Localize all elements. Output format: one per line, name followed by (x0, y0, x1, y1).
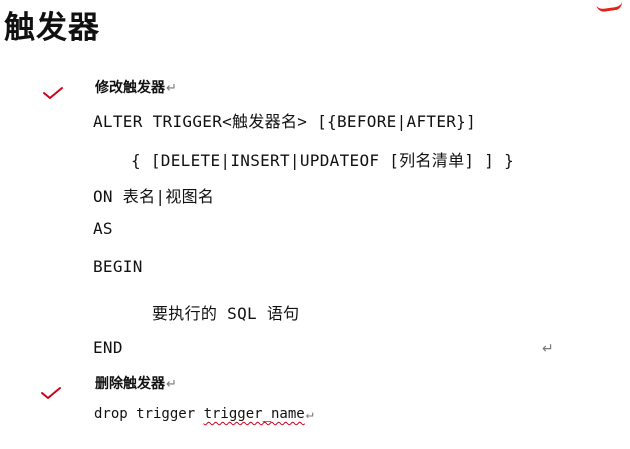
checkmark-icon (43, 87, 63, 99)
paragraph-mark-icon: ↵ (166, 81, 177, 96)
paragraph-mark-icon: ↵ (166, 377, 177, 392)
corner-red-mark (594, 0, 624, 13)
paragraph-mark-icon: ↵ (542, 341, 554, 357)
alter-line-1: ALTER TRIGGER<触发器名> [{BEFORE|AFTER}] (93, 112, 477, 131)
alter-line-7: END (93, 338, 123, 357)
alter-line-5: BEGIN (93, 257, 143, 276)
drop-statement: drop trigger trigger_name↵ (94, 406, 314, 422)
alter-heading: 修改触发器↵ (95, 77, 177, 97)
alter-line-4: AS (93, 219, 113, 238)
trigger-name-text: trigger_name (203, 406, 305, 422)
alter-line-2: { [DELETE|INSERT|UPDATEOF [列名清单] ] } (131, 151, 515, 170)
drop-prefix: drop trigger (94, 406, 204, 422)
drop-heading-text: 删除触发器 (95, 376, 165, 392)
checkmark-icon (41, 387, 61, 399)
paragraph-mark-icon: ↵ (305, 407, 314, 422)
alter-line-6: 要执行的 SQL 语句 (152, 304, 300, 323)
alter-heading-text: 修改触发器 (95, 80, 165, 96)
alter-line-3: ON 表名|视图名 (93, 187, 215, 206)
page-title: 触发器 (4, 10, 100, 46)
drop-heading: 删除触发器↵ (95, 373, 177, 393)
